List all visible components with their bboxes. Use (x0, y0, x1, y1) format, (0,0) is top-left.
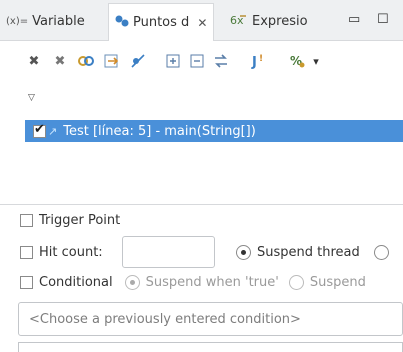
suspend-vm-radio[interactable] (373, 245, 389, 260)
view-menu-chevron-down-icon[interactable]: ▾ (306, 51, 326, 71)
pane-divider (0, 204, 403, 205)
breakpoint-label: Test [línea: 5] - main(String[]) (63, 123, 256, 139)
trigger-point-checkbox[interactable] (20, 214, 33, 227)
maximize-icon[interactable]: ☐ (377, 12, 389, 27)
trigger-point-row: Trigger Point (20, 213, 120, 228)
condition-history-combo[interactable]: <Choose a previously entered condition> (18, 302, 403, 336)
hit-count-checkbox[interactable] (20, 246, 33, 259)
hit-count-row: Hit count: (20, 245, 103, 260)
breakpoint-row[interactable]: ↗ Test [línea: 5] - main(String[]) (25, 120, 403, 142)
java-exception-icon[interactable]: J! (247, 51, 267, 71)
tab-variables[interactable]: (x)= Variable (6, 3, 85, 40)
expand-all-icon[interactable] (163, 51, 183, 71)
suspend-when-true-label: Suspend when 'true' (145, 275, 279, 290)
suspend-when-changed-label: Suspend (309, 275, 366, 290)
tab-label: Puntos d (133, 15, 190, 30)
expressions-icon: 6x (230, 13, 248, 31)
close-icon[interactable]: ✕ (197, 16, 207, 30)
method-breakpoint-icon: ↗ (48, 124, 58, 138)
suspend-thread-radio[interactable] (236, 245, 251, 260)
svg-text:J: J (251, 55, 257, 70)
tab-expressions[interactable]: 6x Expresio (230, 3, 308, 40)
conditional-row: Conditional Suspend when 'true' Suspend (20, 275, 366, 290)
hit-count-label[interactable]: Hit count: (39, 245, 103, 260)
view-tab-bar: (x)= Variable Puntos d ✕ 6x Expresio ▭ ☐ (0, 0, 403, 41)
collapse-arrow-icon[interactable]: ▽ (28, 93, 35, 103)
collapse-all-icon[interactable] (187, 51, 207, 71)
tab-label: Variable (32, 14, 85, 29)
conditional-checkbox[interactable] (20, 276, 33, 289)
remove-icon[interactable]: ✖ (24, 51, 44, 71)
group-icon[interactable] (211, 51, 231, 71)
breakpoint-enabled-checkbox[interactable] (33, 122, 46, 138)
tab-label: Expresio (252, 14, 308, 29)
suspend-when-changed-radio (288, 275, 304, 290)
more-icon[interactable]: % (288, 51, 308, 71)
condition-editor[interactable] (18, 342, 403, 352)
hit-count-input[interactable] (122, 236, 215, 268)
suspend-thread-label[interactable]: Suspend thread (257, 245, 360, 260)
tab-breakpoints[interactable]: Puntos d ✕ (108, 3, 215, 41)
trigger-point-label[interactable]: Trigger Point (39, 213, 120, 228)
svg-text:!: ! (259, 54, 263, 64)
remove-all-icon[interactable]: ✖ (50, 51, 70, 71)
export-icon[interactable] (102, 51, 122, 71)
skip-icon[interactable] (128, 51, 148, 71)
breakpoints-toolbar: ✖ ✖ J! % ▾ (0, 47, 403, 77)
link-icon[interactable] (76, 51, 96, 71)
variables-icon: (x)= (6, 16, 29, 27)
suspend-thread-row: Suspend thread (236, 245, 389, 260)
suspend-when-true-radio (124, 275, 140, 290)
minimize-icon[interactable]: ▭ (348, 12, 360, 27)
breakpoints-icon (115, 15, 129, 31)
conditional-label[interactable]: Conditional (39, 275, 113, 290)
